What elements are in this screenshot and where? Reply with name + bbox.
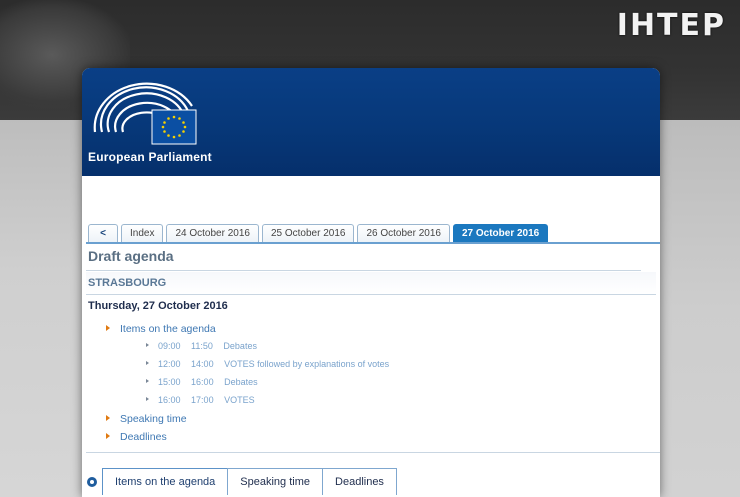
toc-deadlines[interactable]: Deadlines — [106, 430, 389, 448]
date-heading: Thursday, 27 October 2016 — [88, 300, 228, 312]
tab-deadlines[interactable]: Deadlines — [322, 468, 397, 495]
browser-window: European Parliament < Index 24 October 2… — [82, 68, 660, 497]
triangle-right-icon — [146, 343, 149, 347]
city-label: STRASBOURG — [88, 277, 167, 289]
divider — [86, 270, 641, 271]
triangle-right-icon — [146, 397, 149, 401]
gear-icon[interactable] — [82, 468, 102, 496]
triangle-right-icon — [146, 379, 149, 383]
toc-item-label[interactable]: Items on the agenda — [120, 323, 216, 335]
city-bar: STRASBOURG — [86, 272, 656, 295]
background-right — [658, 120, 740, 497]
start-time: 12:00 — [158, 359, 181, 369]
toc-items-on-agenda[interactable]: Items on the agenda — [106, 322, 389, 340]
triangle-right-icon — [106, 325, 110, 331]
triangle-right-icon — [146, 361, 149, 365]
tv-channel-logo: ІНТЕР — [616, 8, 726, 43]
start-time: 09:00 — [158, 341, 181, 351]
triangle-right-icon — [106, 415, 110, 421]
tab-24-october[interactable]: 24 October 2016 — [166, 224, 259, 242]
end-time: 17:00 — [191, 395, 214, 405]
divider — [86, 452, 660, 453]
page-title: Draft agenda — [88, 248, 174, 264]
tab-index[interactable]: Index — [121, 224, 164, 242]
tab-27-october[interactable]: 27 October 2016 — [452, 224, 549, 242]
org-name: European Parliament — [88, 150, 212, 164]
toc-subitem[interactable]: 09:00 11:50 Debates — [106, 340, 389, 358]
site-header: European Parliament — [82, 68, 660, 176]
toc-item-label[interactable]: Speaking time — [120, 413, 187, 425]
tab-26-october[interactable]: 26 October 2016 — [357, 224, 450, 242]
tab-underline — [86, 242, 660, 244]
toc-speaking-time[interactable]: Speaking time — [106, 412, 389, 430]
toc-subitem[interactable]: 16:00 17:00 VOTES — [106, 394, 389, 412]
background-left — [0, 120, 82, 497]
tab-items-on-agenda[interactable]: Items on the agenda — [102, 468, 229, 495]
toc-subitem[interactable]: 15:00 16:00 Debates — [106, 376, 389, 394]
tab-speaking-time[interactable]: Speaking time — [227, 468, 324, 495]
date-tab-bar: < Index 24 October 2016 25 October 2016 … — [88, 224, 551, 243]
toc-item-label[interactable]: Deadlines — [120, 431, 167, 443]
end-time: 14:00 — [191, 359, 214, 369]
toc-subitem[interactable]: 12:00 14:00 VOTES followed by explanatio… — [106, 358, 389, 376]
start-time: 15:00 — [158, 377, 181, 387]
triangle-right-icon — [106, 433, 110, 439]
ep-hemicycle-logo[interactable] — [92, 80, 202, 148]
subitem-text[interactable]: Debates — [224, 376, 258, 388]
tab-back[interactable]: < — [88, 224, 118, 242]
end-time: 11:50 — [191, 341, 213, 351]
start-time: 16:00 — [158, 395, 181, 405]
subitem-text[interactable]: VOTES followed by explanations of votes — [224, 358, 389, 370]
subitem-text[interactable]: Debates — [223, 340, 257, 352]
bottom-tab-bar: Items on the agenda Speaking time Deadli… — [82, 468, 397, 496]
tab-25-october[interactable]: 25 October 2016 — [261, 224, 355, 242]
end-time: 16:00 — [191, 377, 214, 387]
subitem-text[interactable]: VOTES — [224, 394, 255, 406]
agenda-toc: Items on the agenda 09:00 11:50 Debates … — [106, 322, 389, 448]
